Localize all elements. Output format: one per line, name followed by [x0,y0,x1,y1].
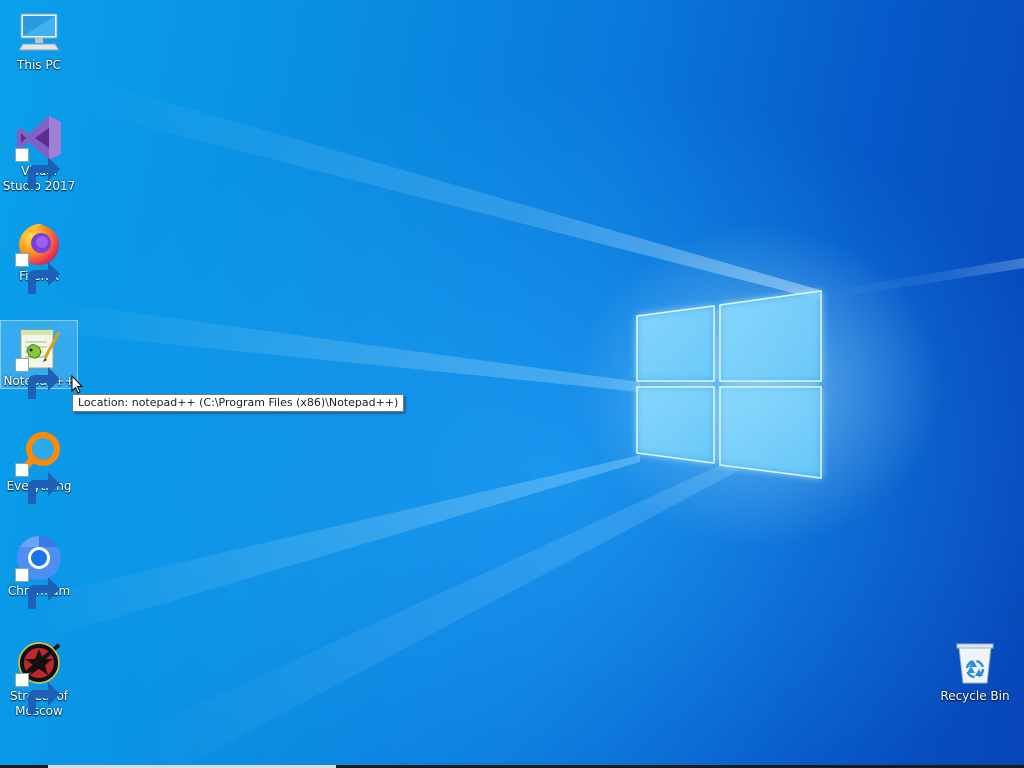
desktop-icon-streets-of-moscow[interactable]: Streets of Moscow [1,636,77,721]
wallpaper-light-beams [20,80,1024,768]
shortcut-arrow-icon [15,358,60,399]
desktop-icon-everything[interactable]: Everything [1,426,77,504]
desktop-icon-notepad-plus-plus[interactable]: Notepad++ [0,320,78,399]
shortcut-arrow-icon [15,148,60,189]
firefox-icon [15,219,63,294]
desktop-icon-label: Recycle Bin [940,689,1010,703]
desktop-icon-firefox[interactable]: Firefox [1,216,77,294]
shortcut-arrow-icon [15,568,60,609]
shortcut-arrow-icon [15,463,60,504]
desktop-icon-recycle-bin[interactable]: Recycle Bin [937,636,1013,706]
chromium-icon [15,534,63,609]
visual-studio-icon [15,114,63,189]
desktop-icon-chromium[interactable]: Chromium [1,531,77,609]
desktop-icon-this-pc[interactable]: This PC [1,5,77,75]
icon-location-tooltip: Location: notepad++ (C:\Program Files (x… [72,394,405,412]
shortcut-arrow-icon [15,253,60,294]
recycle-bin-icon [951,639,999,687]
shortcut-arrow-icon [15,673,60,714]
desktop-wallpaper[interactable]: This PC Visual Studio 2017 [0,0,1024,768]
desktop-icon-label: This PC [17,58,61,72]
desktop-icon-visual-studio-2017[interactable]: Visual Studio 2017 [1,111,77,196]
notepad-plus-plus-icon [15,324,63,399]
mouse-pointer-icon [71,375,83,394]
streets-of-moscow-icon [15,639,63,714]
everything-search-icon [15,429,63,504]
computer-icon [15,8,63,56]
